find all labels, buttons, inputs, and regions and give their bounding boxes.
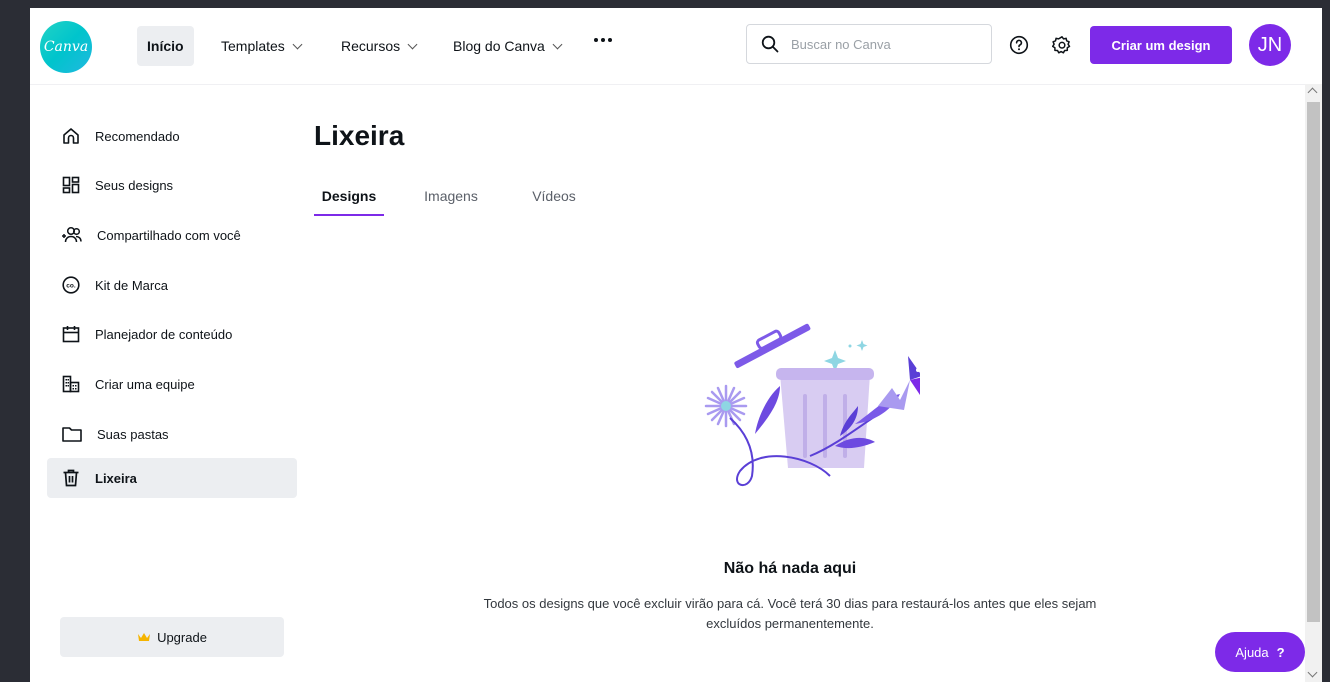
help-question-icon: ? bbox=[1276, 644, 1285, 660]
tab-videos[interactable]: Vídeos bbox=[519, 178, 589, 214]
page-title: Lixeira bbox=[314, 120, 405, 151]
sidebar-item-compartilhado[interactable]: Compartilhado com você bbox=[47, 215, 297, 255]
sidebar-item-seus-designs[interactable]: Seus designs bbox=[47, 165, 297, 205]
sidebar-item-planejador[interactable]: Planejador de conteúdo bbox=[47, 314, 297, 354]
brand-kit-icon: co. bbox=[62, 276, 80, 294]
scrollbar[interactable] bbox=[1305, 84, 1322, 682]
sidebar-item-label: Criar uma equipe bbox=[95, 376, 195, 392]
nav-label: Recursos bbox=[341, 38, 401, 54]
help-circle-icon[interactable] bbox=[1008, 34, 1030, 56]
search-icon bbox=[761, 35, 779, 53]
grid-icon bbox=[62, 176, 80, 194]
shared-users-icon bbox=[62, 226, 82, 243]
canva-logo[interactable]: Canva bbox=[40, 21, 92, 73]
settings-gear-icon[interactable] bbox=[1051, 34, 1073, 56]
sidebar-item-label: Planejador de conteúdo bbox=[95, 326, 233, 342]
sidebar-item-kit-de-marca[interactable]: co. Kit de Marca bbox=[47, 265, 297, 305]
empty-trash-illustration bbox=[704, 323, 920, 486]
more-menu-icon[interactable] bbox=[594, 38, 612, 42]
nav-blog[interactable]: Blog do Canva bbox=[453, 26, 563, 66]
app-window: Canva Início Templates Recursos Blog do … bbox=[30, 8, 1322, 682]
sidebar: Recomendado Seus designs Compartilhado c… bbox=[30, 85, 310, 682]
empty-state-title: Não há nada aqui bbox=[723, 560, 857, 577]
sidebar-item-criar-equipe[interactable]: Criar uma equipe bbox=[47, 364, 297, 404]
folder-icon bbox=[62, 427, 82, 442]
crown-icon bbox=[138, 633, 151, 641]
chevron-down-icon bbox=[292, 39, 303, 49]
logo-text: Canva bbox=[43, 39, 89, 55]
empty-state-description: Todos os designs que você excluir virão … bbox=[483, 596, 1097, 631]
nav-recursos[interactable]: Recursos bbox=[341, 26, 418, 66]
tab-imagens[interactable]: Imagens bbox=[411, 178, 491, 214]
calendar-icon bbox=[62, 326, 80, 343]
search-box[interactable] bbox=[746, 24, 992, 64]
scroll-down-arrow-icon[interactable] bbox=[1307, 667, 1318, 678]
chevron-down-icon bbox=[552, 39, 563, 49]
nav-templates[interactable]: Templates bbox=[221, 26, 303, 66]
sidebar-item-suas-pastas[interactable]: Suas pastas bbox=[47, 414, 297, 454]
sidebar-item-lixeira[interactable]: Lixeira bbox=[47, 458, 297, 498]
team-building-icon bbox=[62, 375, 80, 393]
nav-inicio[interactable]: Início bbox=[137, 26, 194, 66]
help-label: Ajuda bbox=[1235, 644, 1269, 660]
sidebar-item-label: Recomendado bbox=[95, 128, 180, 144]
upgrade-button[interactable]: Upgrade bbox=[60, 617, 284, 657]
trash-icon bbox=[63, 469, 79, 487]
chevron-down-icon bbox=[407, 39, 418, 49]
upgrade-label: Upgrade bbox=[157, 629, 207, 645]
home-icon bbox=[63, 128, 79, 144]
create-design-button[interactable]: Criar um design bbox=[1090, 26, 1232, 64]
scroll-up-arrow-icon[interactable] bbox=[1307, 87, 1318, 98]
nav-label: Templates bbox=[221, 38, 285, 54]
nav-label: Blog do Canva bbox=[453, 38, 545, 54]
svg-text:co.: co. bbox=[66, 283, 76, 290]
tab-designs[interactable]: Designs bbox=[314, 178, 384, 216]
help-button[interactable]: Ajuda ? bbox=[1215, 632, 1305, 672]
sidebar-item-recomendado[interactable]: Recomendado bbox=[47, 116, 297, 156]
sidebar-item-label: Kit de Marca bbox=[95, 277, 168, 293]
sidebar-item-label: Lixeira bbox=[95, 470, 137, 486]
scrollbar-thumb[interactable] bbox=[1307, 102, 1320, 622]
top-header: Canva Início Templates Recursos Blog do … bbox=[30, 8, 1322, 85]
user-avatar[interactable]: JN bbox=[1249, 24, 1291, 66]
sidebar-item-label: Suas pastas bbox=[97, 426, 169, 442]
nav-label: Início bbox=[147, 38, 184, 54]
search-input[interactable] bbox=[789, 35, 973, 53]
sidebar-item-label: Seus designs bbox=[95, 177, 174, 193]
sidebar-item-label: Compartilhado com você bbox=[97, 227, 241, 243]
